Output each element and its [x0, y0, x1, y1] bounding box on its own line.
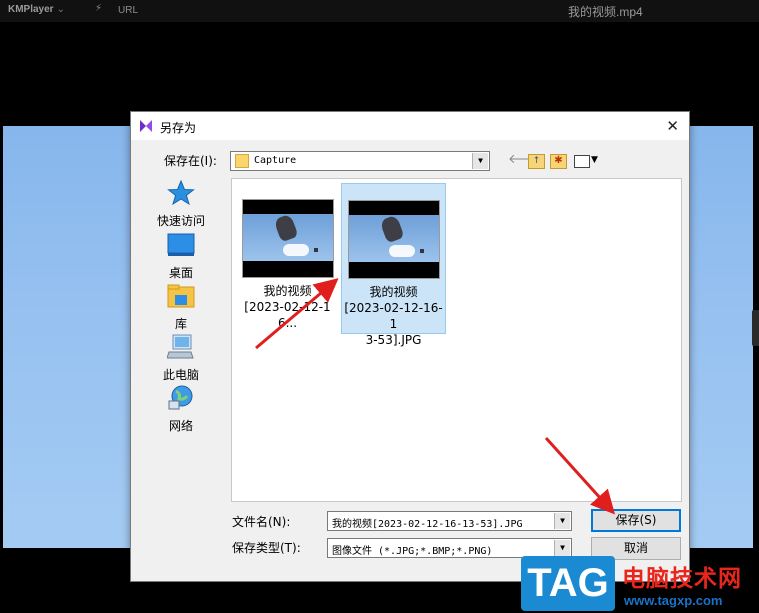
file-name-label: 文件名(N):: [232, 515, 291, 529]
file-type-dropdown[interactable]: 图像文件 (*.JPG;*.BMP;*.PNG) ▼: [327, 538, 572, 558]
save-as-dialog: 另存为 ✕ 保存在(I): Capture ▼ 🡐 ↑ ✱ ▼ 快速访问 桌面 …: [130, 111, 690, 582]
chevron-down-icon[interactable]: ⌄: [57, 4, 65, 15]
new-folder-icon[interactable]: ✱: [550, 154, 567, 169]
computer-icon: [166, 334, 194, 359]
close-icon[interactable]: ✕: [666, 117, 679, 135]
place-network[interactable]: 网络: [146, 385, 216, 434]
save-in-label: 保存在(I):: [164, 154, 217, 168]
kmplayer-logo[interactable]: KMPlayer ⌄: [8, 4, 65, 15]
file-name: 我的视频 [2023-02-12-16...: [244, 284, 331, 330]
save-button[interactable]: 保存(S): [591, 509, 681, 532]
chevron-down-icon[interactable]: ▼: [554, 513, 570, 529]
desktop-icon: [167, 233, 195, 256]
lightning-icon[interactable]: ⚡: [95, 3, 102, 14]
save-in-dropdown[interactable]: Capture ▼: [230, 151, 490, 171]
place-quick-access[interactable]: 快速访问: [146, 179, 216, 229]
image-thumbnail: [348, 200, 440, 279]
file-item[interactable]: 我的视频 [2023-02-12-16...: [236, 183, 339, 332]
file-type-label: 保存类型(T):: [232, 541, 301, 555]
chevron-down-icon[interactable]: ▼: [472, 153, 488, 169]
place-this-pc[interactable]: 此电脑: [146, 334, 216, 383]
image-thumbnail: [242, 199, 334, 278]
view-menu-icon[interactable]: [574, 155, 590, 168]
file-name: 我的视频 [2023-02-12-16-1 3-53].JPG: [344, 285, 443, 347]
player-top-bar: KMPlayer ⌄ ⚡ URL 我的视频.mp4: [0, 0, 759, 22]
folder-icon: [235, 154, 249, 168]
watermark-site-name: 电脑技术网: [622, 566, 742, 592]
dialog-title: 另存为: [160, 121, 197, 135]
window-title: 我的视频.mp4: [568, 5, 643, 19]
file-list[interactable]: 我的视频 [2023-02-12-16... 我的视频 [2023-02-12-…: [231, 178, 682, 502]
watermark-tag-logo: TAG: [521, 556, 615, 611]
save-in-value: Capture: [254, 155, 297, 166]
kmplayer-app-icon: [140, 120, 152, 132]
network-globe-icon: [168, 385, 193, 410]
url-button[interactable]: URL: [118, 5, 138, 16]
place-desktop[interactable]: 桌面: [146, 232, 216, 281]
side-panel-handle[interactable]: [752, 310, 759, 346]
library-folder-icon: [167, 284, 195, 308]
chevron-down-icon[interactable]: ▼: [591, 151, 598, 169]
file-name-input[interactable]: 我的视频[2023-02-12-16-13-53].JPG ▼: [327, 511, 572, 531]
dialog-title-bar[interactable]: 另存为 ✕: [131, 112, 689, 140]
chevron-down-icon[interactable]: ▼: [554, 540, 570, 556]
file-item-selected[interactable]: 我的视频 [2023-02-12-16-1 3-53].JPG: [341, 183, 446, 347]
up-folder-icon[interactable]: ↑: [528, 154, 545, 169]
watermark-url: www.tagxp.com: [624, 593, 723, 608]
star-icon: [167, 179, 195, 206]
place-library[interactable]: 库: [146, 283, 216, 332]
